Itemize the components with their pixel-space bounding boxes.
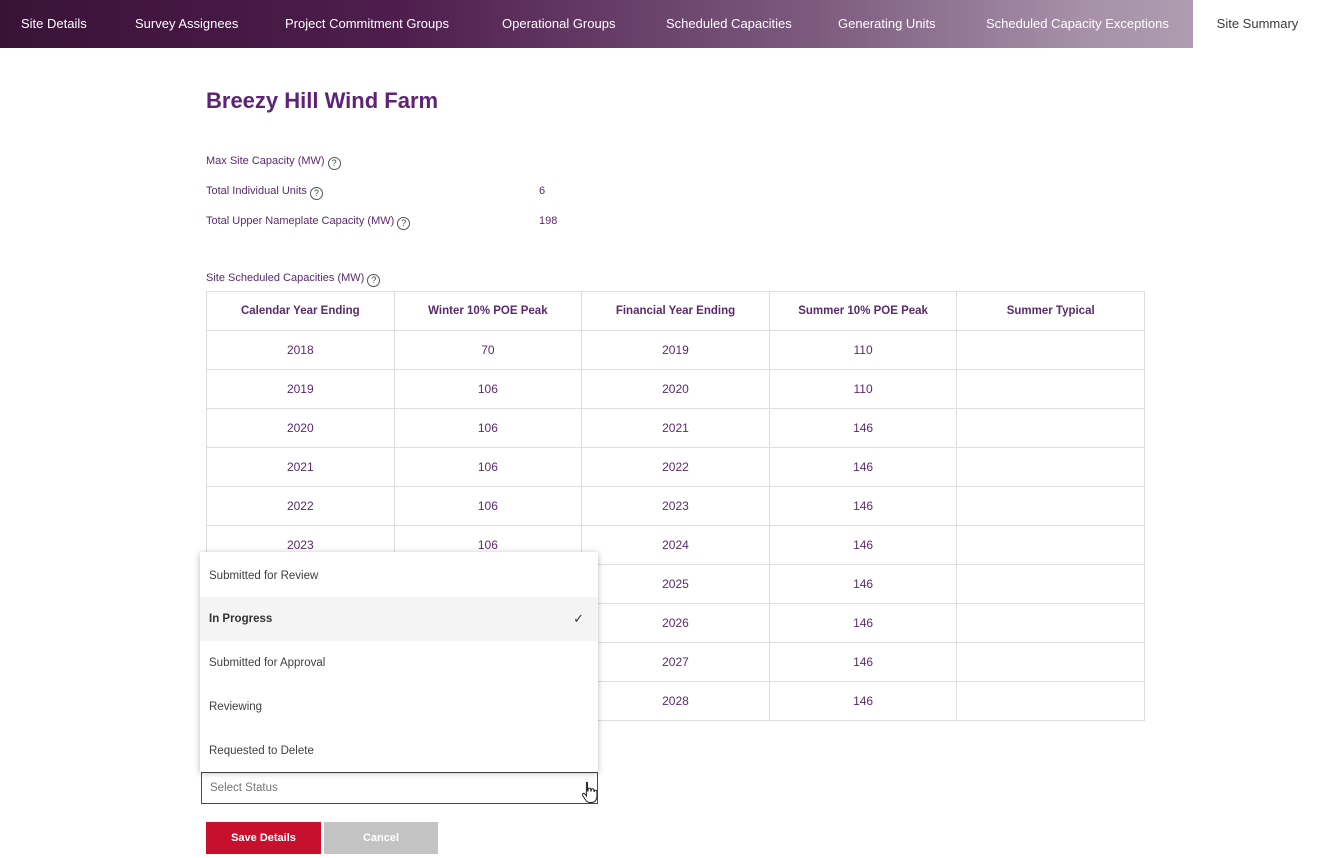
table-cell [956, 564, 1145, 604]
table-cell: 106 [393, 408, 583, 448]
table-cell: 146 [768, 447, 958, 487]
help-circle-icon[interactable]: ? [397, 217, 411, 230]
status-dropdown-menu: Submitted for Review In Progress ✓ Submi… [200, 552, 598, 772]
total-individual-units-text: Total Individual Units [206, 185, 307, 197]
table-row: 2019 106 2020 110 [206, 369, 1145, 409]
table-cell: 146 [768, 525, 958, 565]
table-row: 2020 106 2021 146 [206, 408, 1145, 448]
table-cell [956, 369, 1145, 409]
hand-pointer-icon [581, 782, 598, 803]
status-option-reviewing[interactable]: Reviewing [200, 685, 598, 729]
max-site-capacity-text: Max Site Capacity (MW) [206, 155, 325, 167]
column-header: Financial Year Ending [581, 291, 770, 331]
total-individual-units-value: 6 [539, 185, 546, 197]
table-cell: 2028 [581, 681, 770, 721]
tab-survey-assignees[interactable]: Survey Assignees [135, 0, 238, 48]
total-nameplate-capacity-label: Total Upper Nameplate Capacity (MW)? [206, 215, 411, 230]
tab-project-commitment-groups[interactable]: Project Commitment Groups [285, 0, 449, 48]
cancel-button[interactable]: Cancel [324, 822, 438, 854]
status-option-submitted-for-review[interactable]: Submitted for Review [200, 554, 598, 598]
column-header: Summer Typical [956, 291, 1145, 331]
status-option-label: In Progress [209, 613, 273, 625]
table-cell [956, 642, 1145, 682]
table-cell [956, 486, 1145, 526]
check-icon: ✓ [573, 611, 584, 626]
page-title: Breezy Hill Wind Farm [206, 88, 439, 113]
table-cell: 2019 [581, 330, 770, 370]
table-cell: 2021 [206, 447, 395, 487]
table-cell: 2022 [581, 447, 770, 487]
table-cell: 106 [393, 369, 583, 409]
table-cell: 2026 [581, 603, 770, 643]
save-details-button[interactable]: Save Details [206, 822, 321, 854]
tab-scheduled-capacity-exceptions[interactable]: Scheduled Capacity Exceptions [986, 0, 1169, 48]
tab-generating-units[interactable]: Generating Units [838, 0, 936, 48]
status-option-submitted-for-approval[interactable]: Submitted for Approval [200, 641, 598, 685]
table-cell: 2023 [581, 486, 770, 526]
table-cell: 146 [768, 681, 958, 721]
table-cell [956, 447, 1145, 487]
table-cell: 110 [768, 330, 958, 370]
total-nameplate-capacity-text: Total Upper Nameplate Capacity (MW) [206, 215, 395, 227]
table-cell: 146 [768, 564, 958, 604]
table-cell: 2025 [581, 564, 770, 604]
table-row: 2022 106 2023 146 [206, 486, 1145, 526]
tab-site-summary[interactable]: Site Summary [1193, 0, 1322, 48]
table-cell: 70 [393, 330, 583, 370]
table-cell: 106 [393, 447, 583, 487]
table-cell: 110 [768, 369, 958, 409]
tab-operational-groups[interactable]: Operational Groups [502, 0, 615, 48]
tab-scheduled-capacities[interactable]: Scheduled Capacities [666, 0, 792, 48]
table-cell: 2027 [581, 642, 770, 682]
table-cell [956, 681, 1145, 721]
table-cell: 2024 [581, 525, 770, 565]
table-cell: 146 [768, 408, 958, 448]
table-cell [956, 330, 1145, 370]
table-cell: 146 [768, 642, 958, 682]
help-circle-icon[interactable]: ? [309, 187, 323, 200]
status-option-in-progress[interactable]: In Progress ✓ [200, 597, 598, 641]
table-row: 2018 70 2019 110 [206, 330, 1145, 370]
table-cell: 2022 [206, 486, 395, 526]
table-cell: 2018 [206, 330, 395, 370]
column-header: Winter 10% POE Peak [393, 291, 583, 331]
table-cell [956, 603, 1145, 643]
site-scheduled-capacities-label: Site Scheduled Capacities (MW)? [206, 272, 381, 287]
table-cell: 2021 [581, 408, 770, 448]
total-individual-units-label: Total Individual Units? [206, 185, 323, 200]
max-site-capacity-label: Max Site Capacity (MW)? [206, 155, 341, 170]
table-cell: 2020 [206, 408, 395, 448]
table-cell: 106 [393, 486, 583, 526]
column-header: Calendar Year Ending [206, 291, 395, 331]
tab-bar: Site Details Survey Assignees Project Co… [0, 0, 1322, 48]
column-header: Summer 10% POE Peak [768, 291, 958, 331]
site-scheduled-capacities-text: Site Scheduled Capacities (MW) [206, 272, 365, 284]
table-cell: 2020 [581, 369, 770, 409]
status-option-requested-to-delete[interactable]: Requested to Delete [200, 729, 598, 773]
table-cell [956, 408, 1145, 448]
total-nameplate-capacity-value: 198 [539, 215, 558, 227]
help-circle-icon[interactable]: ? [327, 157, 341, 170]
help-circle-icon[interactable]: ? [367, 274, 381, 287]
table-cell: 2019 [206, 369, 395, 409]
table-cell [956, 525, 1145, 565]
table-row: 2021 106 2022 146 [206, 447, 1145, 487]
status-select-input[interactable] [201, 772, 598, 804]
table-header-row: Calendar Year Ending Winter 10% POE Peak… [206, 291, 1145, 331]
tab-site-details[interactable]: Site Details [21, 0, 87, 48]
table-cell: 146 [768, 486, 958, 526]
table-cell: 146 [768, 603, 958, 643]
